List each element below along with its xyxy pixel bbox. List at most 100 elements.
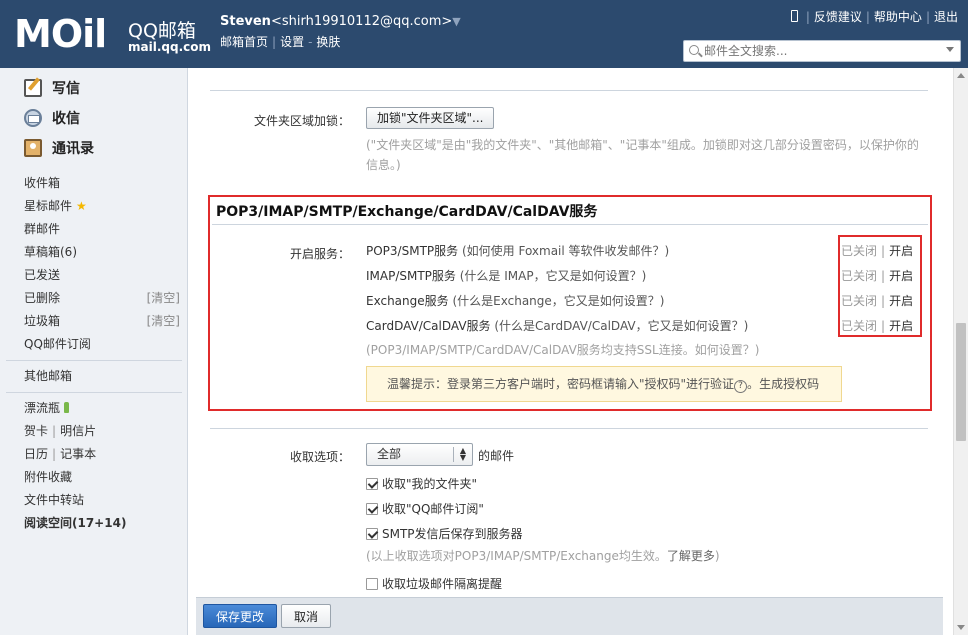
status-carddav: 已关闭 | 开启 (841, 319, 914, 333)
enable-imap-link[interactable]: 开启 (889, 269, 913, 283)
postcards-link[interactable]: 明信片 (60, 424, 96, 438)
folder-subscriptions[interactable]: QQ邮件订阅 (0, 333, 188, 356)
calendar-link[interactable]: 日历 (24, 447, 48, 461)
calendar-row: 日历 | 记事本 (24, 447, 97, 461)
sidebar-divider (6, 392, 182, 393)
drift-bottle[interactable]: 漂流瓶 (0, 397, 188, 420)
reading-space[interactable]: 阅读空间(17+14) (0, 512, 188, 535)
cancel-button[interactable]: 取消 (281, 604, 331, 628)
user-account[interactable]: Steven<shirh19910112@qq.com>▼ (220, 14, 461, 29)
option-my-folders[interactable]: 收取"我的文件夹" (366, 475, 477, 492)
service-help-link[interactable]: (什么是Exchange，它又是如何设置？) (452, 294, 664, 308)
folder-lock-description-cont: 信息。) (366, 158, 401, 172)
search-box[interactable] (683, 40, 961, 62)
logout-link[interactable]: 退出 (934, 10, 958, 24)
greeting-cards-link[interactable]: 贺卡 (24, 424, 48, 438)
divider (210, 428, 928, 429)
receive-range-select[interactable]: 全部 ▲ ▼ (366, 443, 473, 466)
settings-content: 文件夹区域加锁： 加锁"文件夹区域"... ("文件夹区域"是由"我的文件夹"、… (188, 68, 953, 635)
notes-link[interactable]: 记事本 (60, 447, 96, 461)
divider (210, 90, 928, 91)
status-pop3: 已关闭 | 开启 (841, 244, 914, 258)
scroll-up-icon[interactable] (957, 73, 965, 78)
inbox-icon (24, 109, 42, 127)
checkbox[interactable] (366, 527, 378, 540)
clear-deleted-link[interactable]: [清空] (147, 287, 180, 310)
receive-options-label: 收取选项： (289, 450, 350, 464)
check-mail-button[interactable]: 收信 (24, 108, 80, 128)
option-smtp-save[interactable]: SMTP发信后保存到服务器 (366, 525, 523, 542)
checkbox[interactable] (366, 577, 378, 590)
contacts-icon (24, 139, 42, 157)
scroll-down-icon[interactable] (957, 625, 965, 630)
section-title-underline (212, 224, 928, 225)
other-mailbox[interactable]: 其他邮箱 (0, 365, 188, 388)
checkbox[interactable] (366, 502, 378, 515)
options-note: (以上收取选项对POP3/IMAP/SMTP/Exchange均生效。了解更多) (366, 549, 720, 563)
select-arrows-icon: ▲ ▼ (459, 446, 466, 462)
scroll-thumb[interactable] (956, 323, 966, 441)
service-help-link[interactable]: (什么是 IMAP，它又是如何设置？) (460, 269, 647, 283)
sidebar-divider (6, 360, 182, 361)
checkbox[interactable] (366, 477, 378, 490)
sidebar: 写信 收信 通讯录 收件箱 星标邮件 ★ 群邮件 草稿箱(6) 已发送 已删除 [清… (0, 68, 188, 635)
folder-spam[interactable]: 垃圾箱 [清空] (0, 310, 188, 333)
search-input[interactable] (704, 43, 934, 59)
settings-link[interactable]: 设置 (280, 35, 304, 49)
search-icon (689, 45, 699, 55)
folder-sent[interactable]: 已发送 (0, 264, 188, 287)
help-center-link[interactable]: 帮助中心 (874, 10, 922, 24)
pencil-icon (24, 79, 42, 97)
account-dropdown-icon[interactable]: ▼ (452, 15, 460, 28)
help-question-icon[interactable]: ? (734, 380, 748, 393)
action-bar: 保存更改 取消 (196, 597, 943, 635)
user-name: Steven (220, 14, 271, 29)
enable-exchange-link[interactable]: 开启 (889, 294, 913, 308)
folder-drafts[interactable]: 草稿箱(6) (0, 241, 188, 264)
service-help-link[interactable]: (如何使用 Foxmail 等软件收发邮件？) (462, 244, 669, 258)
contacts-button[interactable]: 通讯录 (24, 138, 94, 158)
folder-deleted[interactable]: 已删除 [清空] (0, 287, 188, 310)
user-email: <shirh19910112@qq.com> (270, 14, 453, 29)
ssl-note: (POP3/IMAP/SMTP/CardDAV/CalDAV服务均支持SSL连接… (366, 343, 760, 357)
top-header: MOil QQ邮箱 mail.qq.com Steven<shirh199101… (0, 0, 968, 68)
change-skin-link[interactable]: 换肤 (316, 35, 340, 49)
qqmail-logo[interactable]: MOil QQ邮箱 mail.qq.com (14, 10, 211, 60)
mobile-phone-icon[interactable] (790, 10, 798, 22)
folder-lock-description: ("文件夹区域"是由"我的文件夹"、"其他邮箱"、"记事本"组成。加锁即对这几部… (366, 138, 919, 152)
folder-lock-label: 文件夹区域加锁： (253, 114, 350, 128)
vertical-scrollbar[interactable] (953, 68, 968, 635)
logo-mail-text: MOil (14, 12, 107, 56)
enable-pop3-link[interactable]: 开启 (889, 244, 913, 258)
compose-button[interactable]: 写信 (24, 78, 80, 98)
enable-service-label: 开启服务： (289, 247, 350, 261)
status-exchange: 已关闭 | 开启 (841, 294, 914, 308)
attachment-collection[interactable]: 附件收藏 (0, 466, 188, 489)
option-qq-subscriptions[interactable]: 收取"QQ邮件订阅" (366, 500, 484, 517)
option-spam-reminder[interactable]: 收取垃圾邮件隔离提醒 (366, 575, 502, 592)
mailbox-home-link[interactable]: 邮箱首页 (220, 35, 268, 49)
service-carddav-caldav: CardDAV/CalDAV服务 (什么是CardDAV/CalDAV，它又是如… (366, 319, 749, 333)
receive-suffix: 的邮件 (478, 449, 515, 463)
enable-carddav-link[interactable]: 开启 (889, 319, 913, 333)
bottle-icon (64, 402, 70, 413)
file-transfer-station[interactable]: 文件中转站 (0, 489, 188, 512)
star-icon: ★ (76, 199, 87, 213)
auth-code-tip: 温馨提示：登录第三方客户端时，密码框请输入"授权码"进行验证? 。生成授权码 (366, 366, 842, 402)
generate-auth-code-link[interactable]: 生成授权码 (759, 377, 819, 391)
lock-folders-button[interactable]: 加锁"文件夹区域"... (366, 107, 495, 129)
user-links: 邮箱首页 | 设置 - 换肤 (220, 35, 341, 49)
service-pop3-smtp: POP3/SMTP服务 (如何使用 Foxmail 等软件收发邮件？) (366, 244, 670, 258)
service-help-link[interactable]: (什么是CardDAV/CalDAV，它又是如何设置？) (494, 319, 748, 333)
folder-group[interactable]: 群邮件 (0, 218, 188, 241)
feedback-link[interactable]: 反馈建议 (814, 10, 862, 24)
folder-inbox[interactable]: 收件箱 (0, 172, 188, 195)
learn-more-link[interactable]: 了解更多 (667, 549, 715, 563)
clear-spam-link[interactable]: [清空] (147, 310, 180, 333)
folder-starred[interactable]: 星标邮件 ★ (0, 195, 188, 218)
service-section-title: POP3/IMAP/SMTP/Exchange/CardDAV/CalDAV服务 (216, 204, 598, 220)
ssl-howto-link[interactable]: 如何设置？ (695, 343, 755, 357)
save-changes-button[interactable]: 保存更改 (203, 604, 277, 628)
service-imap-smtp: IMAP/SMTP服务 (什么是 IMAP，它又是如何设置？) (366, 269, 647, 283)
search-options-dropdown-icon[interactable] (946, 47, 954, 52)
